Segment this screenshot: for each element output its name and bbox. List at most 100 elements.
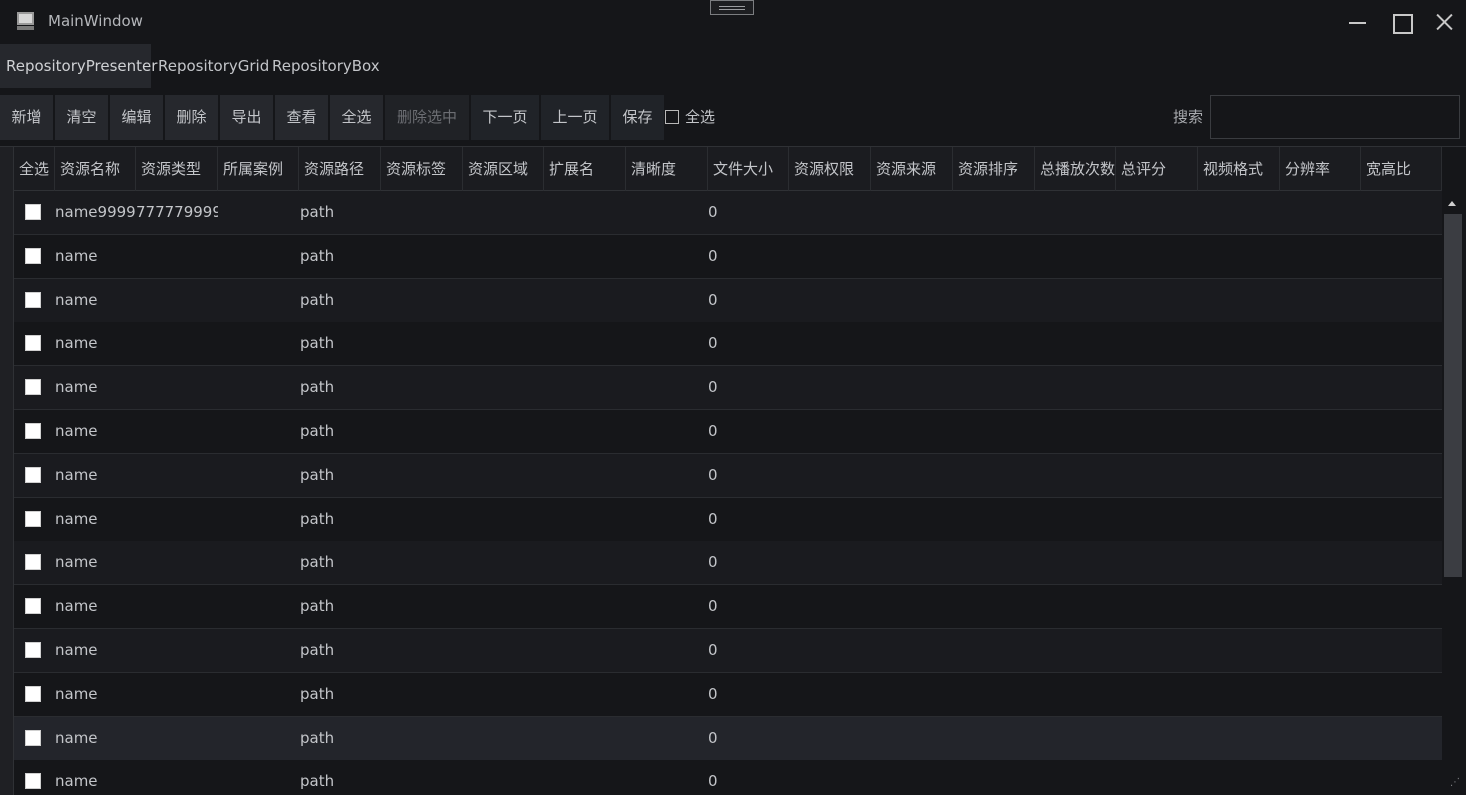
row-checkbox[interactable]	[25, 510, 41, 527]
column-header-resource-tag[interactable]: 资源标签	[381, 147, 463, 191]
cell-resource-name: name9999999	[55, 203, 136, 221]
column-header-resource-path[interactable]: 资源路径	[299, 147, 381, 191]
row-checkbox[interactable]	[25, 247, 41, 264]
drag-handle-icon[interactable]	[710, 0, 754, 15]
cell-resource-name: name	[55, 422, 98, 440]
column-header-resource-type[interactable]: 资源类型	[136, 147, 218, 191]
cell-file-size: 0	[708, 684, 718, 703]
column-header-sort[interactable]: 资源排序	[953, 147, 1035, 191]
save-button[interactable]: 保存	[611, 95, 664, 140]
cell-file-size: 0	[708, 509, 718, 528]
vertical-scrollbar[interactable]	[1442, 191, 1464, 795]
row-checkbox[interactable]	[25, 642, 41, 658]
table-row[interactable]: name path 0	[14, 672, 1442, 717]
maximize-icon[interactable]	[1386, 8, 1416, 36]
table-row[interactable]: name path 0	[14, 760, 1442, 795]
row-checkbox[interactable]	[25, 379, 41, 396]
cell-file-size: 0	[708, 465, 718, 484]
column-header-resource-name[interactable]: 资源名称	[55, 147, 136, 191]
cell-resource-path: path	[300, 772, 335, 791]
table-row[interactable]: name path 0	[14, 278, 1442, 323]
delete-button[interactable]: 删除	[165, 95, 218, 140]
row-checkbox[interactable]	[25, 554, 41, 571]
search-input[interactable]	[1210, 95, 1460, 139]
column-header-resolution[interactable]: 分辨率	[1280, 147, 1361, 191]
cell-file-size: 0	[708, 290, 718, 309]
next-page-button[interactable]: 下一页	[471, 95, 539, 140]
prev-page-button[interactable]: 上一页	[541, 95, 609, 140]
scroll-up-icon[interactable]	[1448, 201, 1456, 206]
row-checkbox[interactable]	[25, 729, 41, 746]
toolbar: 新增 清空 编辑 删除 导出 查看 全选 删除选中 下一页 上一页 保存 全选 …	[0, 95, 1466, 140]
row-checkbox[interactable]	[25, 423, 41, 439]
cell-resource-type	[136, 366, 218, 409]
column-header-video-format[interactable]: 视频格式	[1198, 147, 1280, 191]
table-row[interactable]: name9999999777779999 path 0	[14, 191, 1442, 235]
cell-resource-name: name	[55, 597, 98, 616]
table-row[interactable]: name path 0	[14, 453, 1442, 498]
select-all-checkbox-label: 全选	[685, 108, 716, 126]
scroll-thumb[interactable]	[1444, 214, 1462, 577]
cell-resource-path: path	[300, 334, 335, 353]
cell-resource-name: name	[55, 772, 98, 791]
table-row[interactable]: name path 0	[14, 716, 1442, 761]
cell-resource-path: path	[300, 597, 335, 616]
minimize-icon[interactable]	[1343, 8, 1373, 36]
row-checkbox[interactable]	[25, 291, 41, 308]
cell-resource-type	[136, 629, 218, 672]
add-button[interactable]: 新增	[0, 95, 53, 140]
cell-resource-path: path	[300, 684, 335, 703]
cell-resource-type	[136, 717, 218, 760]
cell-resource-path: path	[300, 553, 335, 572]
table-row[interactable]: name path 0	[14, 322, 1442, 367]
tab-repository-grid[interactable]: RepositoryGrid	[158, 44, 269, 88]
table-row[interactable]: name path 0	[14, 366, 1442, 411]
row-checkbox[interactable]	[25, 598, 41, 615]
cell-file-size: 0	[708, 334, 718, 353]
table-row[interactable]: name path 0	[14, 541, 1442, 586]
table-row[interactable]: name path 0	[14, 497, 1442, 542]
row-checkbox[interactable]	[25, 204, 41, 220]
table-row[interactable]: name path 0	[14, 585, 1442, 630]
cell-file-size: 0	[708, 597, 718, 616]
tab-repository-box[interactable]: RepositoryBox	[272, 44, 380, 88]
checkbox-box[interactable]	[665, 110, 679, 124]
column-header-case[interactable]: 所属案例	[218, 147, 299, 191]
row-checkbox[interactable]	[25, 773, 41, 790]
column-header-source[interactable]: 资源来源	[871, 147, 953, 191]
cell-resource-path: path	[300, 422, 335, 440]
cell-resource-type	[136, 760, 218, 795]
row-checkbox[interactable]	[25, 466, 41, 483]
select-all-checkbox[interactable]: 全选	[665, 95, 715, 140]
main-window: MainWindow RepositoryPresenter Repositor…	[0, 0, 1466, 795]
clear-button[interactable]: 清空	[55, 95, 108, 140]
tab-repository-presenter[interactable]: RepositoryPresenter	[0, 44, 157, 88]
row-checkbox[interactable]	[25, 685, 41, 702]
table-row[interactable]: name path 0	[14, 629, 1442, 673]
cell-file-size: 0	[708, 641, 718, 659]
column-header-rating[interactable]: 总评分	[1116, 147, 1198, 191]
column-header-extension[interactable]: 扩展名	[544, 147, 626, 191]
title-bar[interactable]: MainWindow	[0, 0, 1466, 44]
cell-resource-type	[136, 279, 218, 322]
cell-resource-name: name	[55, 641, 98, 659]
view-button[interactable]: 查看	[275, 95, 328, 140]
column-header-permission[interactable]: 资源权限	[789, 147, 871, 191]
delete-selected-button[interactable]: 删除选中	[385, 95, 469, 140]
edit-button[interactable]: 编辑	[110, 95, 163, 140]
resize-grip-icon[interactable]: ⋰	[1450, 777, 1462, 789]
table-row[interactable]: name path 0	[14, 234, 1442, 279]
column-header-resource-area[interactable]: 资源区域	[463, 147, 544, 191]
cell-resource-path: path	[300, 378, 335, 397]
column-header-definition[interactable]: 清晰度	[626, 147, 708, 191]
export-button[interactable]: 导出	[220, 95, 273, 140]
column-header-select-all[interactable]: 全选	[14, 147, 55, 191]
close-icon[interactable]	[1429, 8, 1459, 36]
grid-header: 全选 资源名称 资源类型 所属案例 资源路径 资源标签 资源区域 扩展名 清晰度 文件大小 资源权限…	[14, 147, 1442, 191]
select-all-button[interactable]: 全选	[330, 95, 383, 140]
table-row[interactable]: name path 0	[14, 410, 1442, 454]
column-header-aspect-ratio[interactable]: 宽高比	[1361, 147, 1442, 191]
column-header-file-size[interactable]: 文件大小	[708, 147, 789, 191]
row-checkbox[interactable]	[25, 335, 41, 352]
column-header-play-count[interactable]: 总播放次数	[1035, 147, 1116, 191]
